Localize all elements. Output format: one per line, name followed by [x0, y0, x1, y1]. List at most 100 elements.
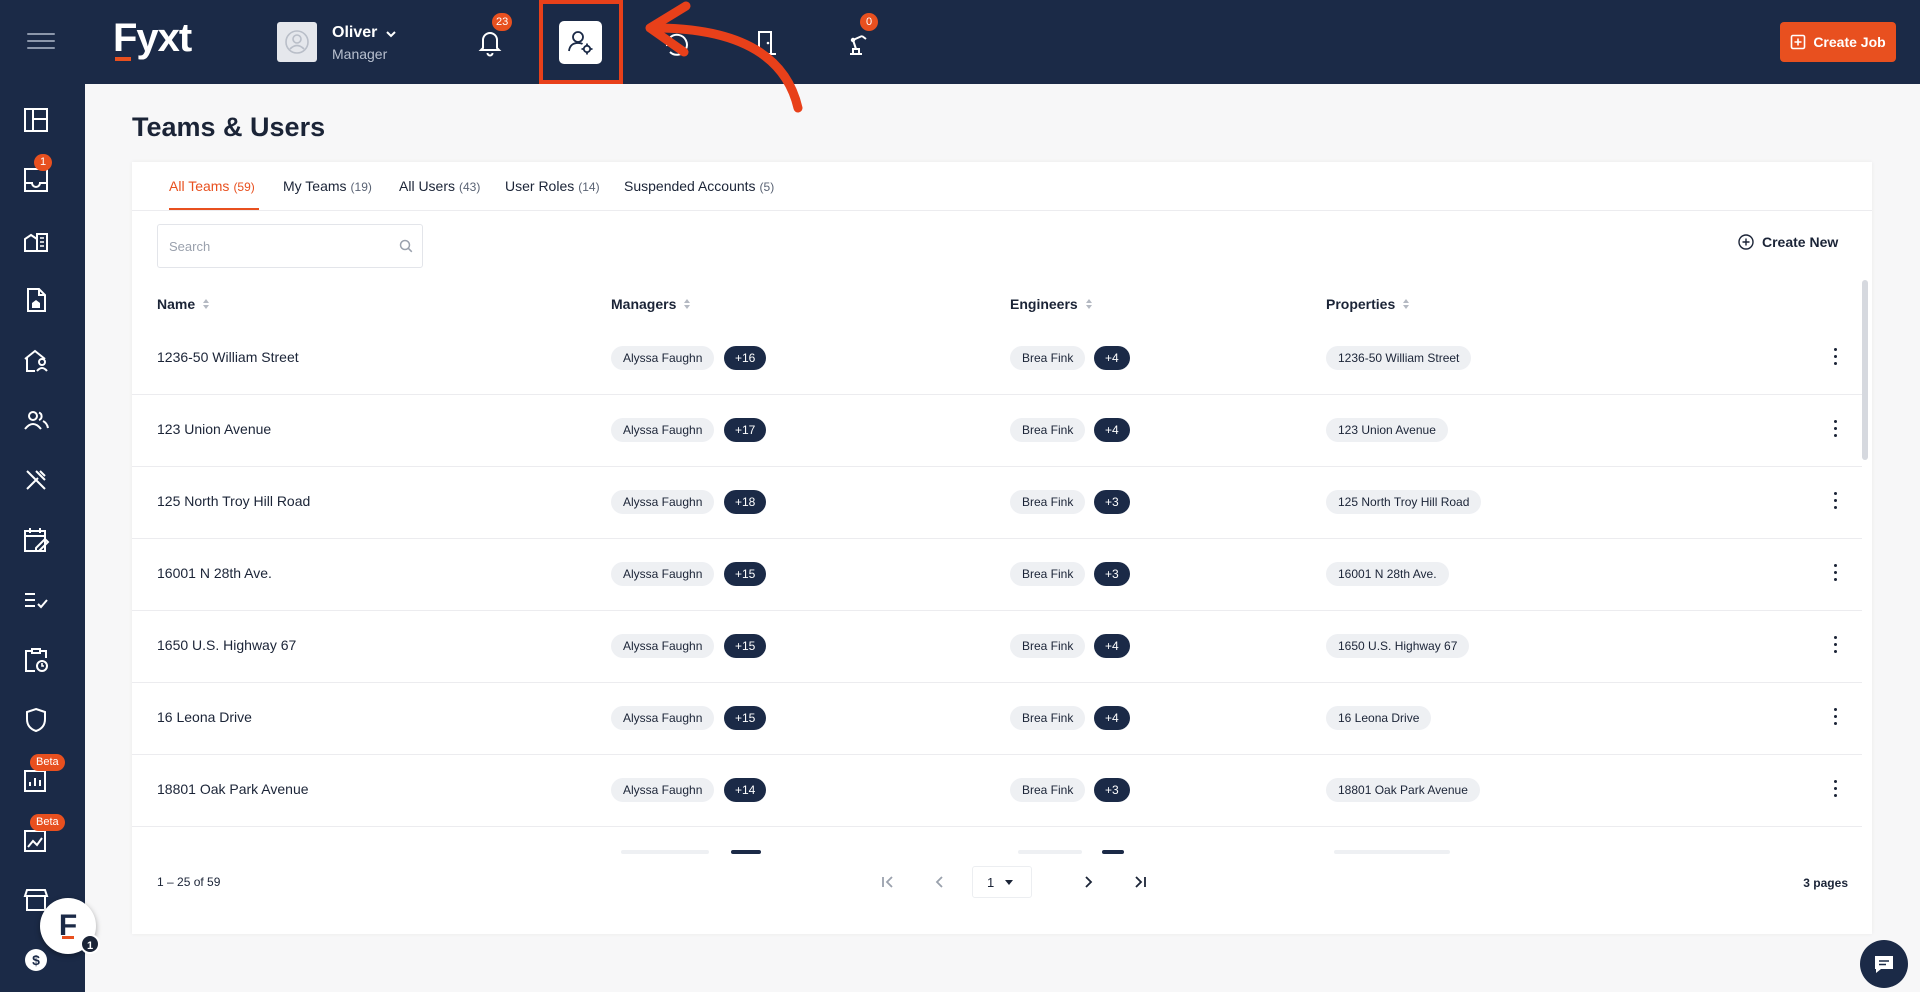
column-header-managers[interactable]: Managers	[611, 296, 691, 312]
first-page-button[interactable]	[874, 868, 902, 896]
team-name[interactable]: 1650 U.S. Highway 67	[157, 637, 296, 653]
manager-more-chip[interactable]: +16	[724, 346, 767, 370]
page-title: Teams & Users	[132, 112, 326, 142]
column-header-engineers[interactable]: Engineers	[1010, 296, 1093, 312]
sidebar-item-properties[interactable]	[22, 226, 50, 254]
engineer-more-chip[interactable]: +4	[1094, 706, 1130, 730]
team-name[interactable]: 16001 N 28th Ave.	[157, 565, 272, 581]
admin-settings-button[interactable]	[559, 21, 602, 64]
buildings-icon	[24, 233, 48, 252]
sidebar-item-tasks[interactable]	[22, 586, 50, 614]
engineer-more-chip[interactable]: +4	[1094, 634, 1130, 658]
row-menu-icon[interactable]	[1832, 420, 1838, 442]
sidebar-item-planner[interactable]	[22, 526, 50, 554]
team-name[interactable]: 123 Union Avenue	[157, 421, 271, 437]
team-name[interactable]: 1236-50 William Street	[157, 349, 299, 365]
sidebar-item-tenants[interactable]	[22, 346, 50, 374]
engineer-more-chip[interactable]: +3	[1094, 490, 1130, 514]
sidebar-item-reports[interactable]: Beta	[22, 754, 65, 794]
manager-more-chip[interactable]: +15	[724, 562, 767, 586]
row-menu-icon[interactable]	[1832, 348, 1838, 370]
manager-more-chip[interactable]: +15	[724, 706, 767, 730]
tab-user-roles[interactable]: User Roles (14)	[505, 178, 600, 194]
table-row[interactable]: 125 North Troy Hill Road Alyssa Faughn +…	[132, 467, 1862, 539]
column-header-name[interactable]: Name	[157, 296, 210, 312]
table-row[interactable]: 16001 N 28th Ave. Alyssa Faughn +15 Brea…	[132, 539, 1862, 611]
manager-chip: Alyssa Faughn	[611, 490, 715, 514]
teams-card: All Teams (59) My Teams (19) All Users (43)…	[132, 162, 1872, 934]
chevron-down-icon[interactable]	[384, 27, 398, 41]
avatar[interactable]	[277, 22, 317, 62]
manager-more-chip[interactable]: +15	[724, 634, 767, 658]
first-page-icon	[882, 876, 893, 888]
engineer-chip: Brea Fink	[1010, 562, 1086, 586]
sidebar: 1 Beta Beta $	[0, 84, 85, 992]
table-row[interactable]: 16 Leona Drive Alyssa Faughn +15 Brea Fi…	[132, 683, 1862, 755]
user-settings-icon	[568, 31, 593, 55]
table-row[interactable]: 1650 U.S. Highway 67 Alyssa Faughn +15 B…	[132, 611, 1862, 683]
row-menu-icon[interactable]	[1832, 636, 1838, 658]
engineer-more-chip[interactable]: +4	[1094, 346, 1130, 370]
next-page-button[interactable]	[1074, 868, 1102, 896]
menu-icon[interactable]	[27, 33, 55, 51]
user-avatar-icon	[285, 30, 309, 54]
sidebar-item-compliance[interactable]	[22, 706, 50, 734]
create-job-button[interactable]: Create Job	[1780, 22, 1896, 62]
manager-chip: Alyssa Faughn	[611, 634, 715, 658]
logo[interactable]: Fyxt	[113, 16, 192, 61]
search-input[interactable]	[158, 225, 388, 267]
engineer-chip: Brea Fink	[1010, 490, 1086, 514]
sidebar-item-vendors[interactable]	[22, 466, 50, 494]
chevron-right-icon	[1085, 876, 1093, 888]
sidebar-item-dashboard[interactable]	[22, 106, 50, 134]
engineer-more-chip[interactable]: +4	[1094, 418, 1130, 442]
previous-page-button[interactable]	[926, 868, 954, 896]
plus-square-icon	[1791, 34, 1806, 50]
tab-suspended-accounts[interactable]: Suspended Accounts (5)	[624, 178, 774, 194]
user-name[interactable]: Oliver	[332, 24, 377, 42]
row-menu-icon[interactable]	[1832, 564, 1838, 586]
reports-beta-badge: Beta	[30, 754, 65, 771]
manager-chip: Alyssa Faughn	[611, 778, 715, 802]
sidebar-item-inbox[interactable]: 1	[22, 154, 53, 194]
manager-more-chip[interactable]: +18	[724, 490, 767, 514]
engineer-more-chip[interactable]: +3	[1094, 562, 1130, 586]
last-page-button[interactable]	[1126, 868, 1154, 896]
checklist-icon	[25, 593, 48, 609]
team-name[interactable]: 18801 Oak Park Avenue	[157, 781, 309, 797]
table-row[interactable]: 123 Union Avenue Alyssa Faughn +17 Brea …	[132, 395, 1862, 467]
engineer-chip: Brea Fink	[1010, 706, 1086, 730]
engineer-more-chip[interactable]: +3	[1094, 778, 1130, 802]
manager-chip: Alyssa Faughn	[611, 562, 715, 586]
chat-button[interactable]	[1860, 940, 1908, 988]
table-scrollbar[interactable]	[1862, 280, 1868, 460]
create-new-button[interactable]: Create New	[1738, 234, 1838, 250]
manager-more-chip[interactable]: +17	[724, 418, 767, 442]
sidebar-item-analytics[interactable]: Beta	[22, 814, 65, 854]
robot-button[interactable]: 0	[842, 13, 878, 58]
tab-all-users[interactable]: All Users (43)	[399, 178, 480, 194]
sidebar-item-inspections[interactable]	[22, 646, 50, 674]
manager-chip: Alyssa Faughn	[611, 418, 715, 442]
logo-underline	[115, 57, 131, 61]
row-menu-icon[interactable]	[1832, 708, 1838, 730]
team-name[interactable]: 125 North Troy Hill Road	[157, 493, 310, 509]
row-menu-icon[interactable]	[1832, 492, 1838, 514]
sidebar-item-billing[interactable]: $	[22, 946, 50, 974]
property-chip: 16001 N 28th Ave.	[1326, 562, 1449, 586]
team-name[interactable]: 16 Leona Drive	[157, 709, 252, 725]
fyxt-assistant-badge: 1	[80, 934, 100, 954]
search-icon[interactable]	[399, 239, 413, 253]
tab-all-teams[interactable]: All Teams (59)	[169, 178, 255, 194]
column-header-properties[interactable]: Properties	[1326, 296, 1410, 312]
table-row[interactable]: 18801 Oak Park Avenue Alyssa Faughn +14 …	[132, 755, 1862, 827]
sidebar-item-leases[interactable]	[22, 286, 50, 314]
property-chip: 1650 U.S. Highway 67	[1326, 634, 1470, 658]
row-menu-icon[interactable]	[1832, 780, 1838, 802]
notifications-button[interactable]: 23	[474, 13, 513, 58]
sidebar-item-contacts[interactable]	[22, 406, 50, 434]
tab-my-teams[interactable]: My Teams (19)	[283, 178, 372, 194]
page-select[interactable]: 1	[972, 866, 1032, 898]
table-row[interactable]: 1236-50 William Street Alyssa Faughn +16…	[132, 323, 1862, 395]
manager-more-chip[interactable]: +14	[724, 778, 767, 802]
